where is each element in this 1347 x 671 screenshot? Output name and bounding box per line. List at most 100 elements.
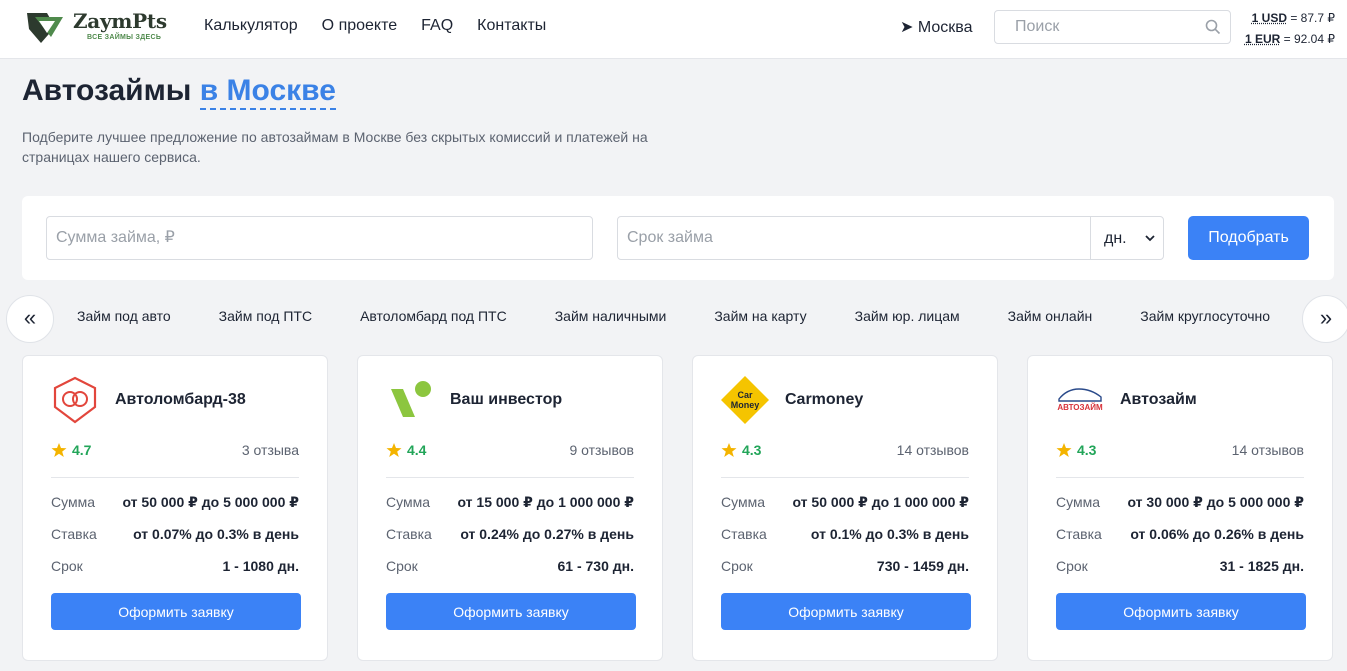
offer-rate-value: от 0.24% до 0.27% в день [460,526,634,542]
offer-rating: 4.3 [1056,442,1096,458]
offer-rate-value: от 0.06% до 0.26% в день [1130,526,1304,542]
carmoney-logo-line2: Money [731,400,760,410]
site-logo[interactable]: ZaymPts ВСЕ ЗАЙМЫ ЗДЕСЬ [25,9,170,45]
offer-reviews-link[interactable]: 14 отзывов [1232,442,1304,458]
offer-term-value: 31 - 1825 дн. [1219,558,1304,574]
carmoney-logo-line1: Car [737,390,753,400]
offer-rate-row: Ставка от 0.24% до 0.27% в день [386,526,634,542]
avtozaym-logo-icon: АВТОЗАЙМ [1057,388,1103,412]
offer-sum-value: от 30 000 ₽ до 5 000 000 ₽ [1127,494,1304,510]
apply-button[interactable]: Оформить заявку [386,593,636,630]
logo-tagline: ВСЕ ЗАЙМЫ ЗДЕСЬ [87,34,162,41]
categories-prev-button[interactable]: « [6,295,54,343]
avtolombard-38-logo-icon [53,376,97,424]
offer-term-label: Срок [1056,558,1088,574]
amount-field-wrap [46,216,593,260]
main-nav: Калькулятор О проекте FAQ Контакты [204,17,546,35]
offer-card: Ваш инвестор 4.4 9 отзывов Сумма от 15 00… [357,355,663,661]
offer-term-row: Срок 31 - 1825 дн. [1056,558,1304,574]
term-unit-select[interactable]: дн. [1090,216,1164,260]
offer-card: Car Money Carmoney 4.3 14 отзывов Сумма о… [692,355,998,661]
page-title: Автозаймы в Москве [22,74,336,110]
city-selector[interactable]: ➤ Москва [900,17,972,37]
divider [1056,477,1304,478]
divider [386,477,634,478]
currency-rates: 1 USD = 87.7 ₽ 1 EUR = 92.04 ₽ [1245,8,1335,50]
star-icon [721,443,737,457]
offer-rating-value: 4.3 [1077,442,1097,458]
nav-calculator[interactable]: Калькулятор [204,17,298,35]
offer-term-row: Срок 1 - 1080 дн. [51,558,299,574]
offer-rate-label: Ставка [51,526,97,542]
logo-text: ZaymPts [73,9,167,33]
offer-reviews-link[interactable]: 9 отзывов [569,442,634,458]
category-item[interactable]: Займ юр. лицам [855,308,960,324]
offer-reviews-link[interactable]: 3 отзыва [242,442,299,458]
category-item[interactable]: Займ под авто [77,308,171,324]
category-item[interactable]: Займ под ПТС [219,308,312,324]
location-arrow-icon: ➤ [900,19,914,36]
offer-sum-row: Сумма от 15 000 ₽ до 1 000 000 ₽ [386,494,634,510]
offer-rating-value: 4.4 [407,442,427,458]
vash-investor-logo-icon [391,381,431,417]
rate-usd-label: 1 USD [1251,11,1287,25]
categories-next-button[interactable]: » [1302,295,1347,343]
chevron-down-icon [1145,235,1155,242]
nav-contacts[interactable]: Контакты [477,17,546,35]
offer-name[interactable]: Ваш инвестор [450,391,562,409]
avtozaym-logo-text: АВТОЗАЙМ [1057,403,1103,412]
offer-reviews-link[interactable]: 14 отзывов [897,442,969,458]
submit-filter-button[interactable]: Подобрать [1188,216,1309,260]
offer-rating-value: 4.7 [72,442,92,458]
offer-term-label: Срок [386,558,418,574]
term-input[interactable] [618,217,1090,259]
category-item[interactable]: Займ круглосуточно [1140,308,1270,324]
page-subtitle: Подберите лучшее предложение по автозайм… [22,129,648,165]
offer-rating: 4.3 [721,442,761,458]
amount-input[interactable] [47,217,592,259]
offer-name[interactable]: Carmoney [785,391,863,409]
offer-rate-label: Ставка [386,526,432,542]
offer-rating-value: 4.3 [742,442,762,458]
offer-rating: 4.4 [386,442,426,458]
page-title-city-link[interactable]: в Москве [199,74,336,110]
divider [721,477,969,478]
divider [51,477,299,478]
carmoney-logo-icon: Car Money [721,376,769,424]
rate-eur: 1 EUR = 92.04 ₽ [1245,29,1335,50]
category-item[interactable]: Займ наличными [555,308,667,324]
offer-rate-row: Ставка от 0.07% до 0.3% в день [51,526,299,542]
nav-faq[interactable]: FAQ [421,17,453,35]
offer-card: АВТОЗАЙМ Автозайм 4.3 14 отзывов Сумма от… [1027,355,1333,661]
apply-button[interactable]: Оформить заявку [1056,593,1306,630]
offer-rate-row: Ставка от 0.1% до 0.3% в день [721,526,969,542]
nav-about[interactable]: О проекте [322,17,397,35]
search-input[interactable] [995,11,1195,43]
offer-sum-row: Сумма от 50 000 ₽ до 5 000 000 ₽ [51,494,299,510]
category-item[interactable]: Займ на карту [714,308,806,324]
city-name: Москва [917,19,973,36]
offer-term-value: 1 - 1080 дн. [222,558,300,574]
offer-sum-row: Сумма от 50 000 ₽ до 1 000 000 ₽ [721,494,969,510]
search-box [994,10,1231,44]
apply-button[interactable]: Оформить заявку [721,593,971,630]
offer-sum-label: Сумма [721,494,765,510]
offer-term-value: 61 - 730 дн. [557,558,635,574]
offer-name[interactable]: Автоломбард-38 [115,391,246,409]
loan-filter: дн. Подобрать [22,196,1334,280]
star-icon [51,443,67,457]
category-list: Займ под авто Займ под ПТС Автоломбард п… [77,308,1270,324]
offer-sum-value: от 15 000 ₽ до 1 000 000 ₽ [457,494,634,510]
search-icon[interactable] [1205,19,1221,35]
apply-button[interactable]: Оформить заявку [51,593,301,630]
category-item[interactable]: Автоломбард под ПТС [360,308,507,324]
rate-usd-value: = 87.7 ₽ [1287,11,1335,25]
star-icon [1056,443,1072,457]
category-item[interactable]: Займ онлайн [1008,308,1093,324]
offer-rate-label: Ставка [1056,526,1102,542]
offer-rating: 4.7 [51,442,91,458]
offer-term-label: Срок [51,558,83,574]
offer-name[interactable]: Автозайм [1120,391,1197,409]
offer-sum-value: от 50 000 ₽ до 1 000 000 ₽ [792,494,969,510]
offer-rate-label: Ставка [721,526,767,542]
